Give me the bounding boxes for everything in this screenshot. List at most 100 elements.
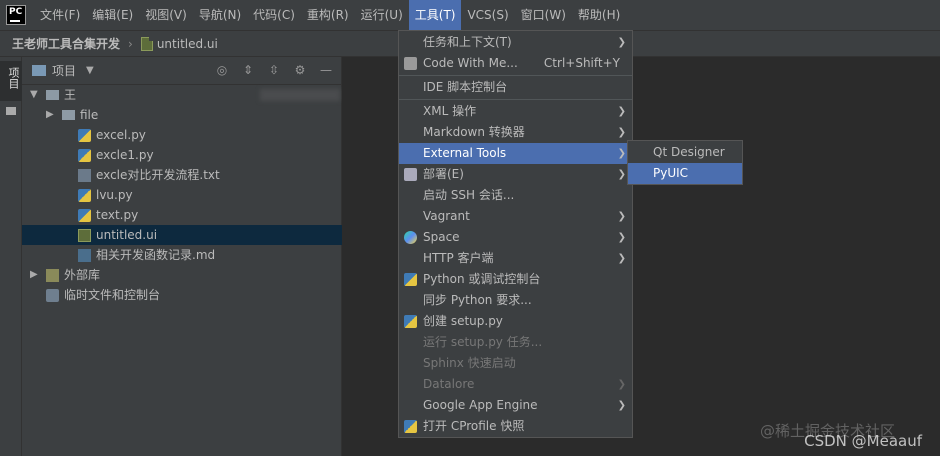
tree-row-label: excle1.py xyxy=(96,148,154,162)
folder-icon xyxy=(6,107,16,115)
tools-menu-item[interactable]: 任务和上下文(T) ❯ xyxy=(399,32,632,53)
tools-menu-item[interactable]: 部署(E) ❯ xyxy=(399,164,632,185)
tree-row[interactable]: untitled.ui xyxy=(22,225,342,245)
tools-menu-item[interactable]: External Tools ❯ xyxy=(399,143,632,164)
menu-item-8[interactable]: VCS(S) xyxy=(461,0,514,30)
submenu-arrow-icon: ❯ xyxy=(617,232,626,243)
tools-menu-item-label: 部署(E) xyxy=(423,167,464,181)
tree-row[interactable]: text.py xyxy=(22,205,342,225)
user-icon xyxy=(404,57,417,70)
menu-item-9[interactable]: 窗口(W) xyxy=(515,0,572,30)
external-tool-item[interactable]: PyUIC xyxy=(628,163,742,184)
tree-row[interactable]: 临时文件和控制台 xyxy=(22,285,342,305)
tools-menu-item-label: 运行 setup.py 任务... xyxy=(423,335,543,349)
tools-menu-item-label: 任务和上下文(T) xyxy=(423,35,512,49)
tools-menu-item: 运行 setup.py 任务... xyxy=(399,332,632,353)
project-panel-title[interactable]: 项目 xyxy=(52,62,76,79)
tools-menu-item-label: External Tools xyxy=(423,146,507,160)
tree-row-label: file xyxy=(80,108,99,122)
folder-icon xyxy=(46,90,59,100)
chevron-right-icon[interactable]: ▶ xyxy=(46,105,54,125)
watermark-csdn: CSDN @Meaauf xyxy=(804,432,922,450)
project-panel: 项目 ▼ ◎ ⇕ ⇳ ⚙ — ▼ 王 ▶ file excel.py excle1.p… xyxy=(22,57,342,456)
minimize-icon[interactable]: — xyxy=(319,63,333,77)
tools-menu-item[interactable]: XML 操作 ❯ xyxy=(399,101,632,122)
menu-item-4[interactable]: 代码(C) xyxy=(247,0,301,30)
chevron-down-icon[interactable]: ▼ xyxy=(30,85,38,105)
project-tool-tab-label: 项目 xyxy=(7,67,20,89)
tools-menu-item[interactable]: 同步 Python 要求... xyxy=(399,290,632,311)
tools-menu-item-label: 启动 SSH 会话... xyxy=(423,188,515,202)
python-icon xyxy=(404,273,417,286)
tools-menu-item[interactable]: HTTP 客户端 ❯ xyxy=(399,248,632,269)
tree-row[interactable]: excel.py xyxy=(22,125,342,145)
tools-menu-item-label: Sphinx 快速启动 xyxy=(423,356,516,370)
menu-item-1[interactable]: 编辑(E) xyxy=(86,0,139,30)
tree-row-label: 临时文件和控制台 xyxy=(64,288,161,302)
tree-row-label: 相关开发函数记录.md xyxy=(96,248,216,262)
menu-item-5[interactable]: 重构(R) xyxy=(301,0,355,30)
submenu-arrow-icon: ❯ xyxy=(617,106,626,117)
tools-menu-item[interactable]: 创建 setup.py xyxy=(399,311,632,332)
tree-row[interactable]: excle1.py xyxy=(22,145,342,165)
tools-menu-item[interactable]: Code With Me... Ctrl+Shift+Y xyxy=(399,53,632,74)
tree-row-label: excle对比开发流程.txt xyxy=(96,168,220,182)
python-icon xyxy=(404,420,417,433)
py-file-icon xyxy=(78,129,91,142)
menu-item-3[interactable]: 导航(N) xyxy=(193,0,247,30)
submenu-arrow-icon: ❯ xyxy=(617,127,626,138)
external-tool-item-label: PyUIC xyxy=(653,166,689,180)
tree-row[interactable]: ▶ file xyxy=(22,105,342,125)
menu-item-2[interactable]: 视图(V) xyxy=(139,0,193,30)
tree-row-label: excel.py xyxy=(96,128,146,142)
submenu-arrow-icon: ❯ xyxy=(617,37,626,48)
project-tool-tab[interactable]: 项目 xyxy=(0,61,22,101)
external-tool-item[interactable]: Qt Designer xyxy=(628,142,742,163)
chevron-right-icon[interactable]: ▶ xyxy=(30,265,38,285)
breadcrumb-file[interactable]: untitled.ui xyxy=(157,37,218,51)
tools-menu-item[interactable]: Google App Engine ❯ xyxy=(399,395,632,416)
project-folder-icon xyxy=(32,65,46,76)
python-icon xyxy=(404,315,417,328)
external-tool-item-label: Qt Designer xyxy=(653,145,725,159)
menu-separator xyxy=(399,99,632,100)
chevron-down-icon[interactable]: ▼ xyxy=(86,65,94,76)
md-file-icon xyxy=(78,249,91,262)
tree-row[interactable]: 相关开发函数记录.md xyxy=(22,245,342,265)
scratch-file-icon xyxy=(46,289,59,302)
locate-icon[interactable]: ◎ xyxy=(215,63,229,77)
menu-item-0[interactable]: 文件(F) xyxy=(34,0,86,30)
py-file-icon xyxy=(78,209,91,222)
tools-menu-item[interactable]: IDE 脚本控制台 xyxy=(399,77,632,98)
tree-root-row[interactable]: ▼ 王 xyxy=(22,85,342,105)
tree-row[interactable]: ▶ 外部库 xyxy=(22,265,342,285)
menu-item-10[interactable]: 帮助(H) xyxy=(572,0,626,30)
gear-icon[interactable]: ⚙ xyxy=(293,63,307,77)
tree-row[interactable]: lvu.py xyxy=(22,185,342,205)
ui-file-icon xyxy=(78,229,91,242)
tools-menu-item[interactable]: Space ❯ xyxy=(399,227,632,248)
deploy-icon xyxy=(404,168,417,181)
tools-menu-item-label: Google App Engine xyxy=(423,398,538,412)
tools-menu-item-label: XML 操作 xyxy=(423,104,477,118)
tools-menu-item: Sphinx 快速启动 xyxy=(399,353,632,374)
tools-menu-item-label: 创建 setup.py xyxy=(423,314,503,328)
tools-menu-item[interactable]: Python 或调试控制台 xyxy=(399,269,632,290)
collapse-all-icon[interactable]: ⇳ xyxy=(267,63,281,77)
menu-bar: PC 文件(F) 编辑(E) 视图(V) 导航(N) 代码(C) 重构(R) 运行(U) 工具… xyxy=(0,0,940,30)
ui-file-icon xyxy=(140,36,153,51)
menu-item-6[interactable]: 运行(U) xyxy=(355,0,409,30)
breadcrumb-project[interactable]: 王老师工具合集开发 xyxy=(12,35,120,52)
tools-menu-item[interactable]: Vagrant ❯ xyxy=(399,206,632,227)
left-tool-strip: 项目 xyxy=(0,57,22,456)
tools-menu-item[interactable]: Markdown 转换器 ❯ xyxy=(399,122,632,143)
tools-menu-item-label: 打开 CProfile 快照 xyxy=(423,419,525,433)
tools-menu-item[interactable]: 启动 SSH 会话... xyxy=(399,185,632,206)
menu-item-7[interactable]: 工具(T) xyxy=(408,0,462,30)
expand-all-icon[interactable]: ⇕ xyxy=(241,63,255,77)
space-icon xyxy=(404,231,417,244)
tools-menu-item[interactable]: 打开 CProfile 快照 xyxy=(399,416,632,437)
menu-separator xyxy=(399,75,632,76)
redacted-path xyxy=(260,89,340,101)
tree-row[interactable]: excle对比开发流程.txt xyxy=(22,165,342,185)
